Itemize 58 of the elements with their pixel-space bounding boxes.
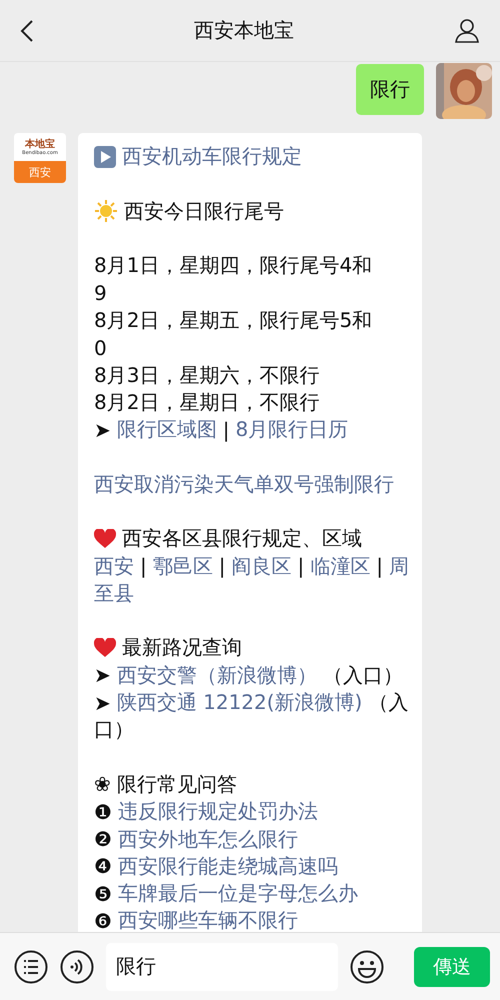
message-text: 口） — [94, 716, 134, 744]
heart-icon — [94, 638, 116, 658]
message-text: ❹ — [94, 854, 112, 878]
link[interactable]: 西安 — [94, 552, 134, 580]
link[interactable]: 阎良区 — [232, 552, 292, 580]
back-icon[interactable] — [20, 18, 34, 42]
link[interactable]: 8月限行日历 — [236, 416, 348, 444]
link[interactable]: 周 — [389, 552, 409, 580]
message-bubble: 限行 — [356, 64, 424, 115]
link[interactable]: 临潼区 — [310, 552, 370, 580]
message-text: | — [222, 418, 230, 442]
message-text: 0 — [94, 336, 107, 360]
message-text: ➤ — [94, 690, 111, 715]
message-text: 8月3日，星期六，不限行 — [94, 362, 320, 389]
heart-icon — [94, 528, 116, 549]
link[interactable]: 西安取消污染天气单双号强制限行 — [94, 470, 394, 498]
message-text: 西安今日限行尾号 — [124, 198, 284, 225]
link[interactable]: 车牌最后一位是字母怎么办 — [118, 880, 358, 908]
link[interactable]: 西安哪些车辆不限行 — [118, 907, 298, 932]
link[interactable]: 至县 — [94, 580, 134, 607]
message-text: 西安各区县限行规定、区域 — [122, 525, 362, 552]
message-text: | — [376, 554, 383, 578]
emoji-icon[interactable] — [350, 950, 384, 984]
message-text: 8月2日，星期日，不限行 — [94, 388, 320, 416]
message-text: ❷ — [94, 827, 112, 852]
menu-icon[interactable] — [14, 950, 48, 984]
message-text: 9 — [94, 281, 107, 306]
message-text: 最新路况查询 — [122, 634, 242, 662]
logo-city: 西安 — [14, 161, 66, 183]
input-field[interactable]: 限行 — [106, 942, 338, 990]
link[interactable]: 西安限行能走绕城高速吗 — [118, 852, 338, 880]
message-text: （入口） — [322, 662, 403, 689]
sun-icon — [94, 199, 118, 224]
message-text: ❺ — [94, 882, 112, 906]
message-text: ❀ — [94, 772, 111, 796]
chat-title: 西安本地宝 — [194, 17, 294, 44]
link[interactable]: 西安外地车怎么限行 — [118, 826, 298, 853]
message-text: ❻ — [94, 908, 112, 932]
play-icon — [94, 146, 116, 168]
link[interactable]: 西安交警（新浪微博） — [116, 662, 317, 689]
message-text: ❶ — [94, 800, 112, 824]
voice-icon[interactable] — [60, 950, 94, 984]
link[interactable]: 西安机动车限行规定 — [122, 143, 302, 170]
person-icon[interactable] — [454, 18, 480, 44]
message-text: | — [140, 554, 147, 578]
link[interactable]: 限行区域图 — [116, 416, 217, 444]
message-text: ➤ — [94, 663, 111, 688]
message-text: ➤ — [94, 418, 111, 442]
logo-brand: 本地宝 — [25, 138, 55, 150]
message-text: 8月1日，星期四，限行尾号4和 — [94, 252, 372, 280]
link[interactable]: 鄠邑区 — [152, 552, 213, 580]
message-text: （入 — [368, 689, 408, 716]
message-text: 限行常见问答 — [116, 770, 237, 798]
message-text: | — [298, 554, 304, 578]
link[interactable]: 陕西交通 12122(新浪微博) — [116, 689, 362, 716]
link[interactable]: 违反限行规定处罚办法 — [118, 798, 318, 826]
message-text: 8月2日，星期五，限行尾号5和 — [94, 306, 372, 334]
message-text: | — [218, 554, 226, 578]
